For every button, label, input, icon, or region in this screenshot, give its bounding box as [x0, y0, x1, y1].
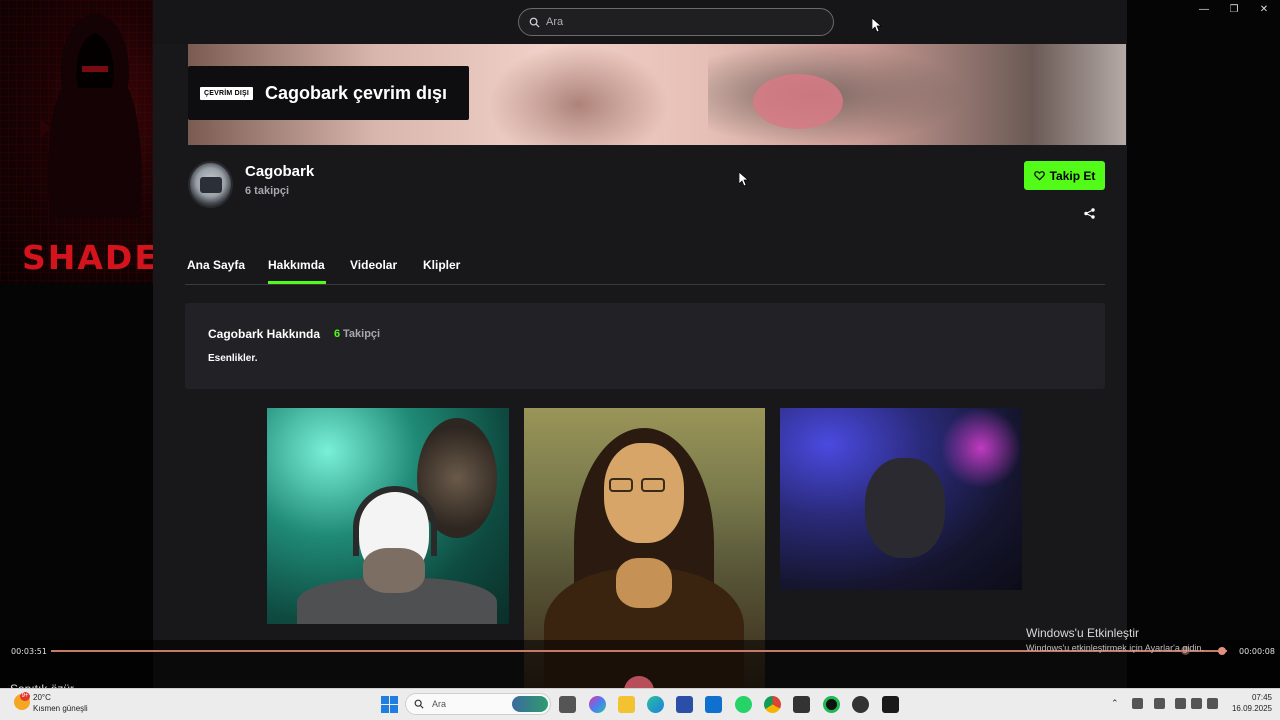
share-icon[interactable] — [1083, 207, 1096, 220]
about-panel-image[interactable] — [780, 408, 1022, 590]
minimize-button[interactable]: — — [1197, 4, 1211, 16]
taskbar-search-label: Ara — [432, 699, 447, 709]
follow-label: Takip Et — [1049, 168, 1096, 183]
about-description: Esenlikler. — [208, 353, 258, 364]
offline-badge: ÇEVRİM DIŞI — [200, 86, 253, 100]
media-player-icon[interactable] — [882, 696, 899, 713]
about-card: Cagobark Hakkında 6 Takipçi Esenlikler. — [185, 303, 1105, 389]
tab-home[interactable]: Ana Sayfa — [187, 258, 245, 272]
maximize-button[interactable]: ❐ — [1227, 4, 1241, 16]
mouse-cursor-icon — [739, 172, 749, 186]
search-icon — [414, 699, 424, 709]
app-icon[interactable] — [793, 696, 810, 713]
tab-videos[interactable]: Videolar — [350, 258, 397, 272]
network-icon[interactable] — [1175, 698, 1186, 709]
store-icon[interactable] — [676, 696, 693, 713]
chrome-icon[interactable] — [764, 696, 781, 713]
microphone-icon[interactable] — [1154, 698, 1165, 709]
channel-name[interactable]: Cagobark — [245, 163, 314, 180]
task-view-icon[interactable] — [559, 696, 576, 713]
remaining-time: 00:00:08 — [1239, 647, 1275, 656]
start-button[interactable] — [381, 696, 398, 713]
taskbar — [0, 688, 1280, 720]
file-explorer-icon[interactable] — [618, 696, 635, 713]
screen: SHADE Ara ÇEVRİM DIŞI Cagobark çevrim dı… — [0, 0, 1280, 720]
battery-icon[interactable] — [1207, 698, 1218, 709]
windows-activation-subtitle: Windows'u etkinleştirmek için Ayarlar'a … — [1026, 643, 1204, 653]
windows-activation-title: Windows'u Etkinleştir — [1026, 626, 1139, 640]
top-bar: Ara — [153, 0, 1127, 44]
tab-divider — [185, 284, 1105, 285]
edge-icon[interactable] — [647, 696, 664, 713]
taskbar-search[interactable]: Ara — [405, 693, 551, 715]
tab-clips[interactable]: Klipler — [423, 258, 460, 272]
hooded-figure-graphic — [40, 13, 142, 218]
search-input[interactable]: Ara — [518, 8, 834, 36]
weather-condition[interactable]: Kısmen güneşli — [33, 704, 88, 713]
elapsed-time: 00:03:51 — [11, 647, 47, 656]
volume-icon[interactable] — [1191, 698, 1202, 709]
outlook-icon[interactable] — [705, 696, 722, 713]
close-button[interactable]: ✕ — [1257, 4, 1271, 16]
app-icon[interactable] — [823, 696, 840, 713]
about-panel-image[interactable] — [267, 408, 509, 624]
offline-text: Cagobark çevrim dışı — [264, 82, 448, 103]
about-follower-label: Takipçi — [343, 328, 381, 340]
about-follower-count: 6 — [334, 328, 341, 340]
avatar[interactable] — [188, 161, 233, 208]
weather-temperature[interactable]: 20°C — [33, 693, 51, 702]
app-icon[interactable] — [852, 696, 869, 713]
overlay-brand-text: SHADE — [22, 238, 159, 277]
follow-button[interactable]: Takip Et — [1024, 161, 1105, 190]
copilot-icon[interactable] — [589, 696, 606, 713]
notification-badge: 9+ — [20, 692, 30, 701]
search-placeholder: Ara — [546, 16, 564, 28]
tab-about[interactable]: Hakkımda — [268, 258, 325, 272]
whatsapp-icon[interactable] — [735, 696, 752, 713]
clock-time[interactable]: 07:45 — [1222, 693, 1272, 702]
follower-count: 6 takipçi — [245, 185, 290, 197]
mouse-cursor-icon — [872, 18, 882, 32]
heart-icon — [1033, 171, 1045, 181]
about-title: Cagobark Hakkında — [208, 327, 321, 341]
offline-status-box: ÇEVRİM DIŞI Cagobark çevrim dışı — [188, 66, 469, 120]
cloud-icon[interactable] — [1132, 698, 1143, 709]
chevron-up-icon[interactable]: ⌃ — [1111, 698, 1122, 709]
search-icon — [529, 17, 540, 28]
clock-date[interactable]: 16.09.2025 — [1222, 704, 1272, 713]
